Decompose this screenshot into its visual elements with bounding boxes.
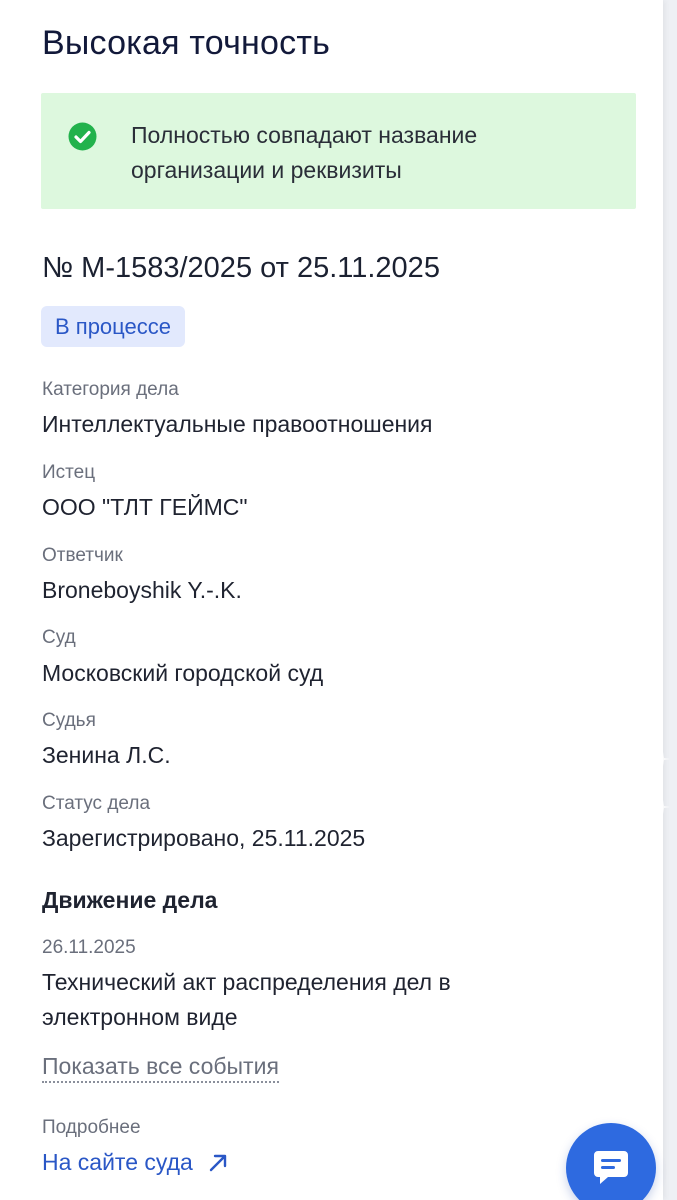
- alert-text: Полностью совпадают название организации…: [131, 122, 478, 183]
- field-label-plaintiff: Истец: [42, 462, 96, 483]
- court-site-link-label: На сайте суда: [42, 1149, 193, 1175]
- field-value-plaintiff: ООО "ТЛТ ГЕЙМС": [42, 494, 248, 520]
- event-text: Технический акт распределения дел в элек…: [42, 969, 451, 1030]
- court-site-link[interactable]: На сайте суда: [42, 1149, 229, 1176]
- event-date: 26.11.2025: [42, 937, 136, 958]
- sparkle-icon: [656, 800, 670, 814]
- field-label-judge: Судья: [42, 710, 96, 731]
- field-label-category: Категория дела: [42, 379, 179, 400]
- chat-icon: [594, 1151, 628, 1184]
- field-label-court: Суд: [42, 627, 76, 648]
- field-value-court: Московский городской суд: [42, 660, 324, 686]
- arrow-up-right-icon: [209, 1154, 227, 1171]
- case-card: Высокая точность Полностью совпадают наз…: [0, 0, 663, 1200]
- sparkle-icon: [656, 752, 670, 766]
- more-label: Подробнее: [42, 1117, 141, 1138]
- match-alert: Полностью совпадают название организации…: [41, 93, 636, 209]
- show-all-events-link[interactable]: Показать все события: [42, 1053, 279, 1083]
- case-number: № М-1583/2025 от 25.11.2025: [42, 252, 440, 284]
- field-label-defendant: Ответчик: [42, 545, 123, 566]
- status-badge: В процессе: [41, 306, 185, 347]
- field-value-case-status: Зарегистрировано, 25.11.2025: [42, 825, 366, 851]
- page-title: Высокая точность: [42, 24, 331, 62]
- movement-title: Движение дела: [42, 887, 218, 913]
- field-value-defendant: Broneboyshik Y.-.K.: [42, 577, 242, 603]
- field-value-judge: Зенина Л.С.: [42, 742, 171, 768]
- check-circle-icon: [68, 122, 97, 151]
- field-label-case-status: Статус дела: [42, 793, 151, 814]
- field-value-category: Интеллектуальные правоотношения: [42, 411, 433, 437]
